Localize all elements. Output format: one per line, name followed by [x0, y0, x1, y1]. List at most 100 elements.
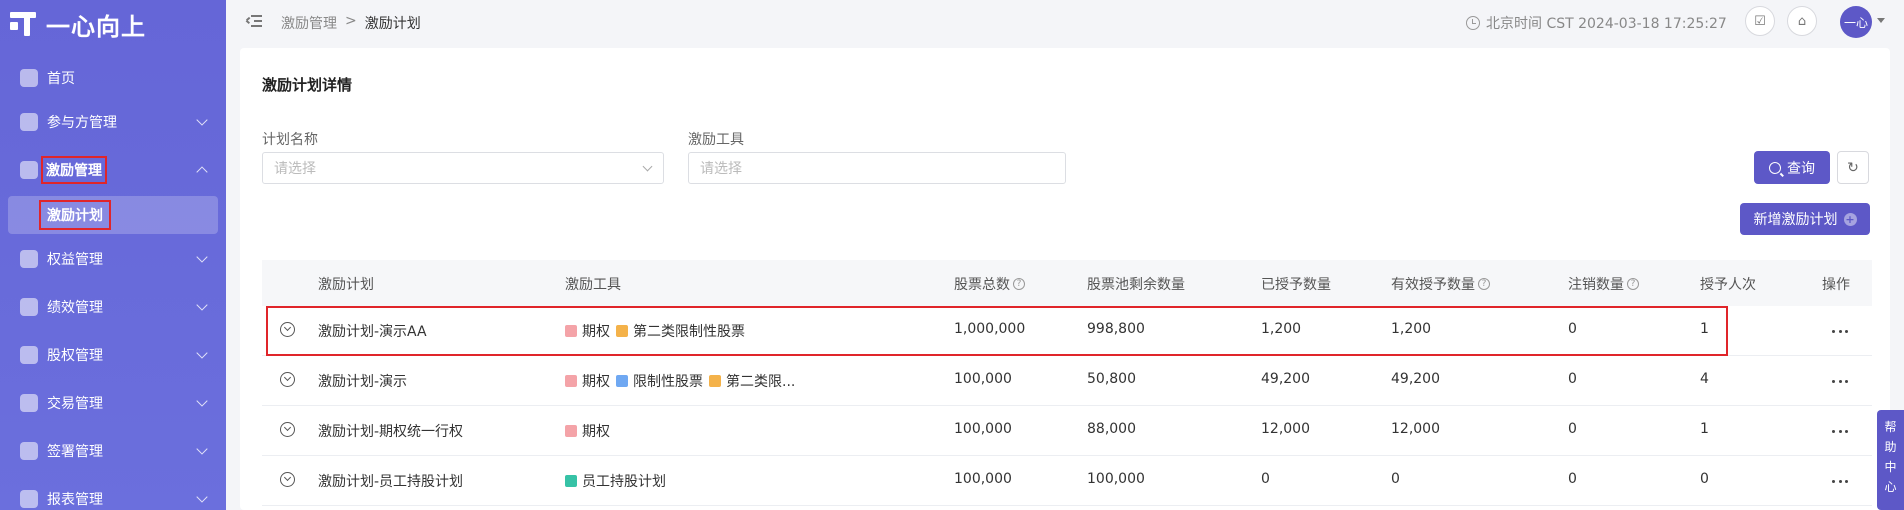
help-icon[interactable]: ?	[1627, 278, 1639, 290]
tool-input[interactable]: 请选择	[688, 152, 1066, 184]
chevron-down-icon	[196, 347, 208, 359]
granted-cell: 12,000	[1261, 421, 1310, 437]
employee-stock-icon	[565, 475, 577, 487]
more-actions-icon[interactable]	[1832, 480, 1848, 484]
row-highlight-annotation	[266, 306, 1728, 356]
sidebar-subitem-label: 激励计划	[39, 200, 111, 230]
plan-name-select[interactable]: 请选择	[262, 152, 664, 184]
table-row[interactable]: 激励计划-员工持股计划 员工持股计划 100,000 100,000 0 0 0…	[262, 456, 1872, 506]
col-tool: 激励工具	[565, 277, 621, 293]
task-button[interactable]: ☑	[1745, 6, 1775, 36]
sidebar-item-trade[interactable]: 交易管理	[0, 385, 226, 421]
report-icon	[20, 490, 38, 508]
caret-down-icon[interactable]	[1877, 18, 1885, 23]
chevron-down-icon	[196, 443, 208, 455]
performance-icon	[20, 298, 38, 316]
plus-circle-icon: +	[1843, 212, 1857, 226]
plan-name-cell: 激励计划-演示	[318, 374, 408, 390]
more-actions-icon[interactable]	[1832, 330, 1848, 334]
home-icon	[20, 69, 38, 87]
sidebar-item-label: 交易管理	[47, 396, 103, 412]
col-plan: 激励计划	[318, 277, 374, 293]
plan-name-cell: 激励计划-期权统一行权	[318, 424, 464, 440]
participant-icon	[20, 113, 38, 131]
sidebar-item-rights[interactable]: 权益管理	[0, 241, 226, 277]
sidebar-item-label: 权益管理	[47, 252, 103, 268]
server-time: 北京时间 CST 2024-03-18 17:25:27	[1466, 13, 1727, 33]
plan-name-cell: 激励计划-员工持股计划	[318, 474, 464, 490]
valid-granted-cell: 49,200	[1391, 371, 1440, 387]
theme-button[interactable]: ⌂	[1787, 6, 1817, 36]
col-total: 股票总数?	[954, 274, 1025, 294]
sidebar-item-label: 绩效管理	[47, 300, 103, 316]
granted-cell: 0	[1261, 471, 1270, 487]
help-icon[interactable]: ?	[1013, 278, 1025, 290]
valid-granted-cell: 0	[1391, 471, 1400, 487]
col-cancelled: 注销数量?	[1568, 274, 1639, 294]
remaining-cell: 100,000	[1087, 471, 1145, 487]
add-plan-button-label: 新增激励计划	[1753, 212, 1838, 228]
server-time-text: 北京时间 CST 2024-03-18 17:25:27	[1486, 16, 1727, 32]
restricted-stock-2-icon	[709, 375, 721, 387]
sidebar-item-incentive[interactable]: 激励管理	[0, 152, 226, 188]
breadcrumb: 激励管理 > 激励计划	[281, 13, 421, 33]
remaining-cell: 50,800	[1087, 371, 1136, 387]
refresh-icon: ↻	[1847, 159, 1859, 176]
tool-cell: 期权 限制性股票 第二类限...	[565, 371, 795, 391]
clipboard-check-icon: ☑	[1754, 13, 1766, 29]
option-icon	[565, 375, 577, 387]
chevron-down-icon	[196, 299, 208, 311]
tool-placeholder: 请选择	[700, 161, 742, 177]
expand-row-icon[interactable]	[280, 372, 295, 387]
sidebar-item-equity[interactable]: 股权管理	[0, 337, 226, 373]
more-actions-icon[interactable]	[1832, 430, 1848, 434]
total-cell: 100,000	[954, 421, 1012, 437]
table-row[interactable]: 激励计划-期权统一行权 期权 100,000 88,000 12,000 12,…	[262, 406, 1872, 456]
sidebar-subitem-incentive-plan[interactable]: 激励计划	[8, 196, 218, 234]
sidebar-item-performance[interactable]: 绩效管理	[0, 289, 226, 325]
tool-cell: 员工持股计划	[565, 471, 666, 491]
sidebar-item-label: 股权管理	[47, 348, 103, 364]
sidebar-item-label: 首页	[47, 71, 75, 87]
expand-row-icon[interactable]	[280, 422, 295, 437]
menu-fold-icon[interactable]	[245, 14, 262, 28]
grantees-cell: 1	[1700, 421, 1709, 437]
sidebar-item-participants[interactable]: 参与方管理	[0, 104, 226, 140]
sidebar-item-home[interactable]: 首页	[0, 60, 226, 96]
breadcrumb-item-incentive[interactable]: 激励管理	[281, 13, 337, 33]
logo-mark-icon	[10, 10, 38, 38]
table-row[interactable]: 激励计划-演示 期权 限制性股票 第二类限... 100,000 50,800 …	[262, 356, 1872, 406]
breadcrumb-item-current: 激励计划	[364, 16, 421, 32]
sidebar-item-sign[interactable]: 签署管理	[0, 433, 226, 469]
cancelled-cell: 0	[1568, 471, 1577, 487]
help-icon[interactable]: ?	[1478, 278, 1490, 290]
sidebar: 一心向上 首页 参与方管理 激励管理 激励计划 权益管理 绩效管理 股权管理 交…	[0, 0, 226, 510]
col-remaining: 股票池剩余数量	[1087, 277, 1185, 293]
grantees-cell: 4	[1700, 371, 1709, 387]
tool-label: 激励工具	[688, 132, 744, 148]
clock-icon	[1466, 16, 1480, 30]
granted-cell: 49,200	[1261, 371, 1310, 387]
grantees-cell: 0	[1700, 471, 1709, 487]
chevron-up-icon	[196, 166, 208, 178]
reset-button[interactable]: ↻	[1837, 151, 1869, 184]
avatar[interactable]: 一心	[1840, 6, 1872, 38]
sidebar-item-report[interactable]: 报表管理	[0, 481, 226, 510]
more-actions-icon[interactable]	[1832, 380, 1848, 384]
chevron-down-icon	[196, 395, 208, 407]
shirt-icon: ⌂	[1797, 13, 1807, 29]
add-plan-button[interactable]: 新增激励计划 +	[1740, 203, 1870, 235]
app-logo[interactable]: 一心向上	[10, 8, 146, 41]
option-icon	[565, 425, 577, 437]
total-cell: 100,000	[954, 471, 1012, 487]
breadcrumb-separator: >	[345, 13, 357, 29]
top-header: 激励管理 > 激励计划 北京时间 CST 2024-03-18 17:25:27…	[226, 0, 1904, 44]
rights-icon	[20, 250, 38, 268]
expand-row-icon[interactable]	[280, 472, 295, 487]
incentive-icon	[20, 161, 38, 179]
equity-icon	[20, 346, 38, 364]
help-center-tab[interactable]: 帮 助 中 心	[1877, 410, 1904, 510]
trade-icon	[20, 394, 38, 412]
query-button[interactable]: 查询	[1754, 151, 1830, 184]
chevron-down-icon	[642, 161, 653, 172]
